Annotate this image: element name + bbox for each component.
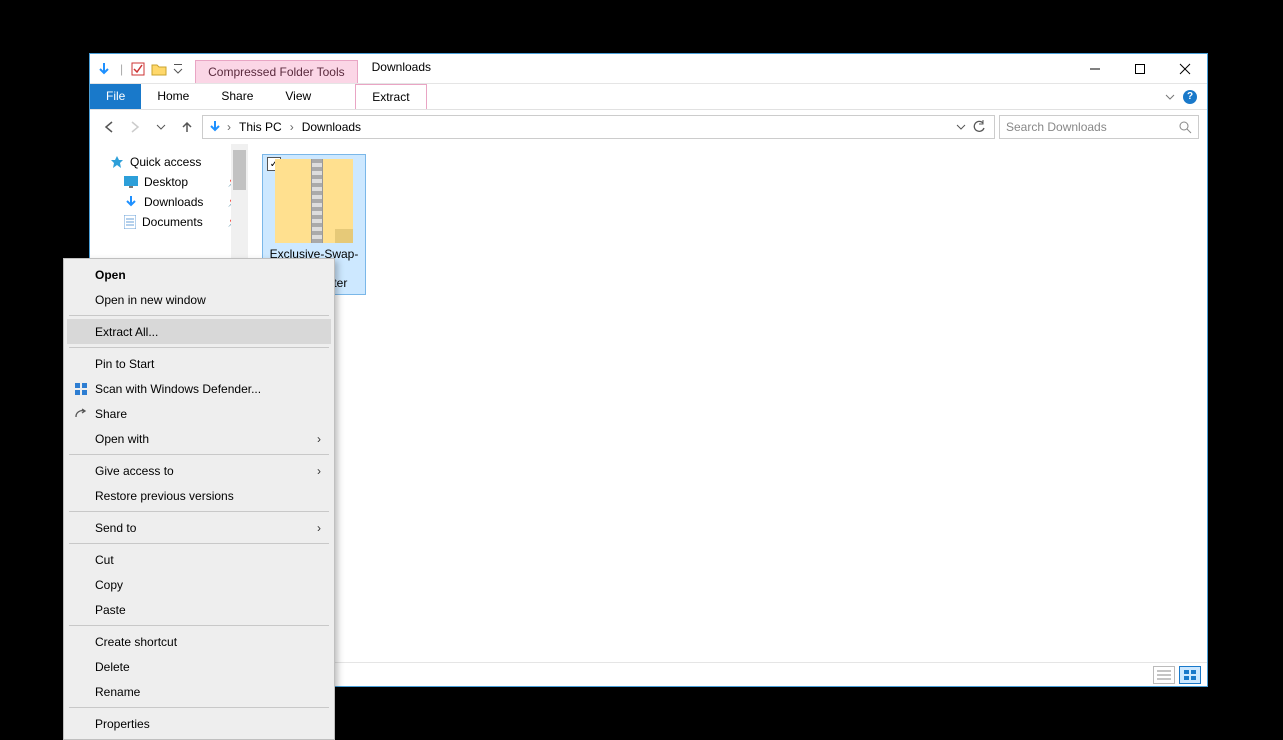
ctx-share[interactable]: Share <box>67 401 331 426</box>
minimize-button[interactable] <box>1072 54 1117 83</box>
chevron-down-icon[interactable] <box>173 62 183 76</box>
separator <box>69 707 329 708</box>
sidebar-item-documents[interactable]: Documents 📌 <box>90 212 248 232</box>
contextual-tabset: Compressed Folder Tools <box>195 54 358 83</box>
icons-view-button[interactable] <box>1179 666 1201 684</box>
sidebar-item-label: Desktop <box>144 175 188 189</box>
separator <box>69 543 329 544</box>
address-bar[interactable]: › This PC › Downloads <box>202 115 995 139</box>
address-dropdown-icon[interactable] <box>956 122 966 132</box>
compressed-folder-tools-tab[interactable]: Compressed Folder Tools <box>195 60 358 83</box>
view-tab[interactable]: View <box>269 84 327 109</box>
documents-icon <box>124 215 136 229</box>
sidebar-item-downloads[interactable]: Downloads 📌 <box>90 192 248 212</box>
details-view-button[interactable] <box>1153 666 1175 684</box>
sidebar-quick-access[interactable]: Quick access <box>90 152 248 172</box>
file-tab[interactable]: File <box>90 84 141 109</box>
separator <box>69 347 329 348</box>
ctx-delete[interactable]: Delete <box>67 654 331 679</box>
chevron-right-icon: › <box>317 521 321 535</box>
home-tab[interactable]: Home <box>141 84 205 109</box>
ribbon-collapse-icon[interactable] <box>1165 92 1175 102</box>
ctx-pin-to-start[interactable]: Pin to Start <box>67 351 331 376</box>
separator <box>69 454 329 455</box>
star-icon <box>110 155 124 169</box>
separator <box>69 625 329 626</box>
close-button[interactable] <box>1162 54 1207 83</box>
downloads-icon <box>207 119 223 135</box>
ribbon: File Home Share View Extract ? <box>90 84 1207 110</box>
separator <box>69 315 329 316</box>
refresh-icon[interactable] <box>972 120 986 134</box>
share-tab[interactable]: Share <box>205 84 269 109</box>
defender-icon <box>73 381 89 397</box>
chevron-right-icon: › <box>317 432 321 446</box>
ctx-restore-versions[interactable]: Restore previous versions <box>67 483 331 508</box>
search-icon[interactable] <box>1178 120 1192 134</box>
chevron-right-icon[interactable]: › <box>290 120 294 134</box>
search-input[interactable] <box>1006 120 1178 134</box>
app-icon <box>96 61 112 77</box>
sidebar-item-label: Downloads <box>144 195 203 209</box>
ctx-copy[interactable]: Copy <box>67 572 331 597</box>
forward-button[interactable] <box>124 116 146 138</box>
help-icon[interactable]: ? <box>1183 90 1197 104</box>
recent-locations-button[interactable] <box>150 116 172 138</box>
zip-folder-icon <box>275 159 353 243</box>
ctx-send-to[interactable]: Send to › <box>67 515 331 540</box>
ctx-create-shortcut[interactable]: Create shortcut <box>67 629 331 654</box>
ctx-open-with[interactable]: Open with › <box>67 426 331 451</box>
quick-access-toolbar: | <box>90 54 189 83</box>
up-button[interactable] <box>176 116 198 138</box>
ctx-open-new-window[interactable]: Open in new window <box>67 287 331 312</box>
chevron-right-icon[interactable]: › <box>227 120 231 134</box>
ctx-scan-defender[interactable]: Scan with Windows Defender... <box>67 376 331 401</box>
search-box[interactable] <box>999 115 1199 139</box>
content-pane[interactable]: ✓ Exclusive-Swap-W idget-master <box>248 144 1207 662</box>
ctx-properties[interactable]: Properties <box>67 711 331 736</box>
ctx-rename[interactable]: Rename <box>67 679 331 704</box>
ctx-cut[interactable]: Cut <box>67 547 331 572</box>
separator: | <box>120 62 123 76</box>
ctx-open[interactable]: Open <box>67 262 331 287</box>
ctx-give-access-to[interactable]: Give access to › <box>67 458 331 483</box>
titlebar: | Compressed Folder Tools Downloads <box>90 54 1207 84</box>
context-menu: Open Open in new window Extract All... P… <box>63 258 335 740</box>
extract-tab[interactable]: Extract <box>355 84 426 109</box>
chevron-right-icon: › <box>317 464 321 478</box>
folder-qat-icon[interactable] <box>151 62 167 76</box>
desktop-icon <box>124 176 138 188</box>
downloads-icon <box>124 195 138 209</box>
sidebar-item-desktop[interactable]: Desktop 📌 <box>90 172 248 192</box>
sidebar-item-label: Quick access <box>130 155 201 169</box>
window-buttons <box>1072 54 1207 83</box>
maximize-button[interactable] <box>1117 54 1162 83</box>
breadcrumb-downloads[interactable]: Downloads <box>298 120 365 134</box>
scroll-thumb[interactable] <box>233 150 246 190</box>
back-button[interactable] <box>98 116 120 138</box>
ctx-paste[interactable]: Paste <box>67 597 331 622</box>
separator <box>69 511 329 512</box>
share-icon <box>73 406 89 422</box>
sidebar-item-label: Documents <box>142 215 203 229</box>
window-title: Downloads <box>358 54 445 83</box>
navigation-row: › This PC › Downloads <box>90 110 1207 144</box>
ctx-extract-all[interactable]: Extract All... <box>67 319 331 344</box>
breadcrumb-this-pc[interactable]: This PC <box>235 120 286 134</box>
properties-qat-icon[interactable] <box>131 62 145 76</box>
